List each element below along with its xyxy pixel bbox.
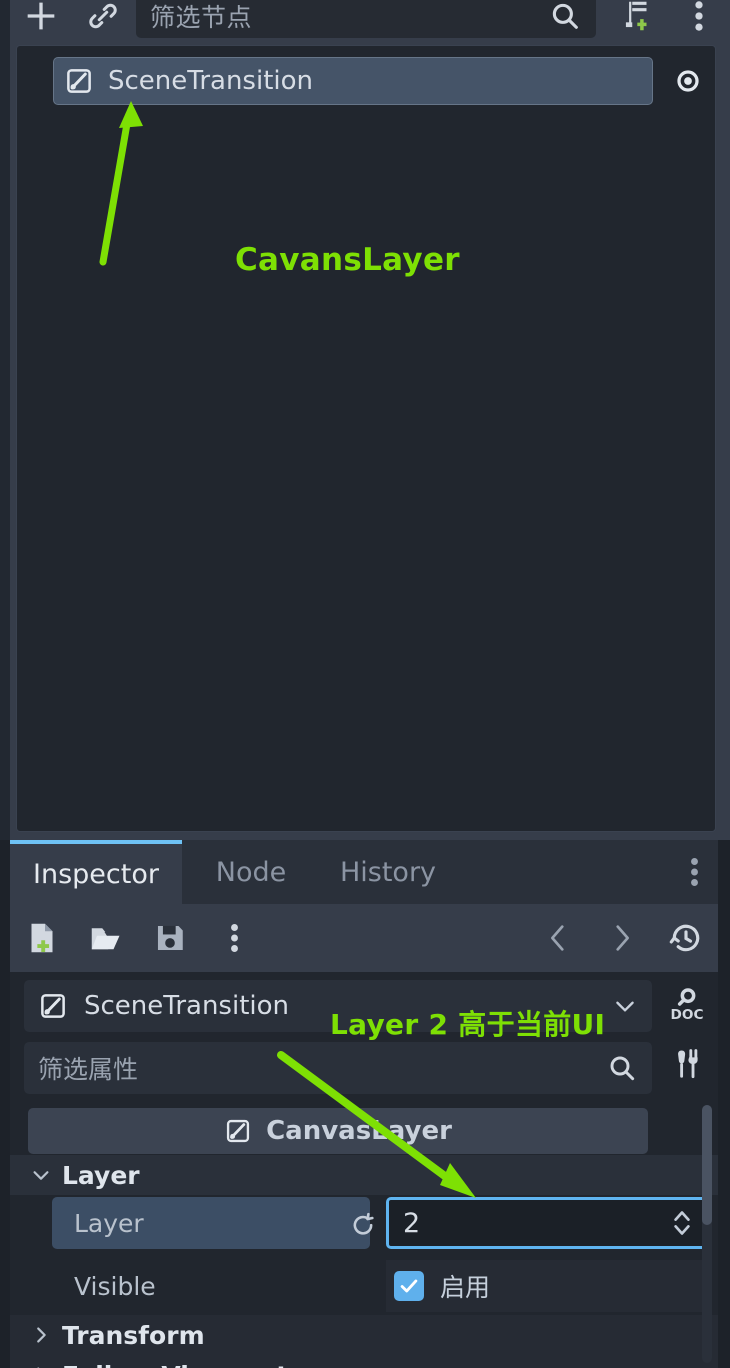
property-layer-revert-button[interactable]: [348, 1209, 378, 1239]
inspector-right-gutter: [718, 840, 730, 1368]
scene-tree-menu-button[interactable]: [668, 0, 730, 36]
save-floppy-icon: [157, 925, 183, 951]
vertical-dots-icon: [695, 1, 703, 31]
node-bar-dropdown-button[interactable]: [612, 993, 638, 1019]
canvas-layer-icon: [226, 1119, 250, 1143]
tab-history-label: History: [339, 856, 437, 888]
tab-node-label: Node: [215, 856, 287, 888]
node-visibility-toggle[interactable]: [672, 67, 704, 95]
property-visible-check-label: 启用: [440, 1273, 491, 1302]
tab-inspector[interactable]: Inspector: [10, 840, 182, 904]
save-resource-button[interactable]: [138, 912, 202, 964]
category-layer-label: Layer: [62, 1160, 140, 1190]
instance-scene-button[interactable]: [72, 0, 134, 36]
revert-icon: [353, 1212, 374, 1235]
inspector-tabbar: Inspector Node History: [10, 840, 718, 904]
history-menu-button[interactable]: [654, 912, 718, 964]
godot-editor-screenshot: 筛选节点 SceneTransition Inspector Node Hist…: [0, 0, 730, 1368]
new-resource-icon: [31, 923, 53, 953]
chevron-right-icon: [616, 925, 630, 951]
spinner-updown-icon[interactable]: [669, 1206, 695, 1240]
inspector-left-gutter: [0, 840, 10, 1368]
tab-history[interactable]: History: [314, 840, 462, 904]
checkmark-icon: [400, 1279, 418, 1293]
chevron-down-icon: [33, 1171, 49, 1180]
vertical-dots-icon: [690, 858, 698, 886]
class-header-label: CanvasLayer: [266, 1116, 452, 1146]
search-icon: [552, 3, 578, 29]
property-visible-label-box[interactable]: Visible: [52, 1260, 370, 1312]
tab-inspector-label: Inspector: [33, 858, 159, 890]
scene-dock: 筛选节点 SceneTransition: [0, 0, 730, 840]
tab-node[interactable]: Node: [192, 840, 310, 904]
scene-tree-toolbar: 筛选节点: [10, 0, 730, 40]
property-row-visible: Visible 启用: [10, 1260, 718, 1312]
search-documentation-button[interactable]: DOC: [656, 975, 718, 1034]
load-resource-button[interactable]: [74, 912, 138, 964]
class-header-canvaslayer: CanvasLayer: [28, 1108, 648, 1154]
filter-properties-input[interactable]: 筛选属性: [24, 1042, 652, 1094]
category-follow-viewport[interactable]: Follow Viewport: [10, 1355, 718, 1368]
new-resource-button[interactable]: [10, 912, 74, 964]
chevron-down-icon: [616, 1001, 634, 1012]
dock-left-gutter: [0, 0, 10, 840]
filter-nodes-input[interactable]: 筛选节点: [136, 0, 596, 38]
property-layer-label-box[interactable]: Layer: [52, 1197, 370, 1249]
chevron-right-icon: [37, 1327, 46, 1343]
annotation-label-canvaslayer: CavansLayer: [235, 242, 460, 278]
canvas-layer-icon: [41, 994, 65, 1018]
vertical-dots-icon: [230, 924, 238, 952]
filter-properties-placeholder: 筛选属性: [38, 1055, 139, 1084]
search-icon: [610, 1056, 635, 1081]
tree-item-label: SceneTransition: [108, 66, 314, 96]
property-visible-checkbox-area[interactable]: 启用: [386, 1260, 712, 1312]
scene-tree-panel: SceneTransition: [16, 45, 716, 832]
property-visible-label: Visible: [74, 1271, 156, 1301]
category-transform[interactable]: Transform: [10, 1315, 718, 1355]
filter-nodes-placeholder: 筛选节点: [150, 3, 253, 32]
chevron-right-icon: [37, 1367, 40, 1368]
property-row-layer: Layer 2: [10, 1197, 718, 1249]
history-forward-button[interactable]: [590, 912, 654, 964]
category-layer[interactable]: Layer: [10, 1155, 718, 1195]
inspector-more-menu-button[interactable]: [202, 912, 266, 964]
tree-item-scenetransition[interactable]: SceneTransition: [53, 57, 653, 105]
eye-icon: [677, 70, 699, 92]
inspector-tabbar-menu-button[interactable]: [678, 854, 710, 890]
inspector-scrollbar-thumb[interactable]: [702, 1105, 712, 1225]
plus-icon: [27, 2, 55, 30]
property-visible-checkbox[interactable]: [394, 1271, 424, 1301]
link-icon: [89, 3, 117, 29]
annotation-label-layer2: Layer 2 高于当前UI: [330, 1008, 606, 1041]
object-tools-button[interactable]: [656, 1034, 718, 1093]
property-layer-label: Layer: [74, 1208, 144, 1238]
canvas-layer-icon: [67, 69, 91, 93]
search-doc-icon: DOC: [671, 987, 704, 1023]
history-icon: [669, 924, 700, 952]
attach-script-button[interactable]: [606, 0, 668, 36]
category-follow-viewport-label: Follow Viewport: [62, 1361, 288, 1368]
chevron-left-icon: [550, 925, 564, 951]
inspector-side-tools: DOC: [656, 975, 718, 1093]
property-layer-spinbox[interactable]: 2: [386, 1197, 712, 1249]
open-folder-icon: [91, 928, 120, 950]
history-back-button[interactable]: [526, 912, 590, 964]
add-node-button[interactable]: [10, 0, 72, 36]
property-layer-value: 2: [403, 1207, 421, 1239]
inspector-toolbar: [10, 904, 718, 972]
tools-icon: [678, 1048, 698, 1078]
svg-text:DOC: DOC: [671, 1007, 704, 1023]
attach-script-icon: [625, 1, 647, 31]
inspector-node-name: SceneTransition: [84, 991, 290, 1021]
category-transform-label: Transform: [62, 1320, 205, 1350]
